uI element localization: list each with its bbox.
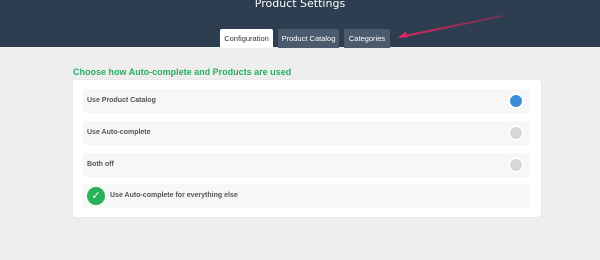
- tab-categories[interactable]: Categories: [344, 29, 390, 48]
- radio-button[interactable]: [510, 159, 522, 171]
- radio-button[interactable]: [510, 127, 522, 139]
- options-card: Use Product Catalog Use Auto-complete Bo…: [73, 80, 541, 217]
- option-both-off[interactable]: Both off: [83, 153, 530, 177]
- radio-button-selected[interactable]: [510, 95, 522, 107]
- fallback-option: ✓ Use Auto-complete for everything else: [83, 184, 530, 208]
- option-use-product-catalog[interactable]: Use Product Catalog: [83, 89, 530, 113]
- option-use-auto-complete[interactable]: Use Auto-complete: [83, 121, 530, 145]
- option-label: Use Auto-complete: [87, 129, 151, 136]
- tab-configuration[interactable]: Configuration: [220, 29, 273, 48]
- option-label: Both off: [87, 161, 114, 168]
- section-heading: Choose how Auto-complete and Products ar…: [73, 67, 292, 77]
- option-label: Use Product Catalog: [87, 97, 156, 104]
- check-icon[interactable]: ✓: [87, 187, 105, 205]
- tab-product-catalog[interactable]: Product Catalog: [278, 29, 339, 48]
- page-title: Product Settings: [254, 0, 346, 10]
- fallback-label: Use Auto-complete for everything else: [110, 192, 238, 199]
